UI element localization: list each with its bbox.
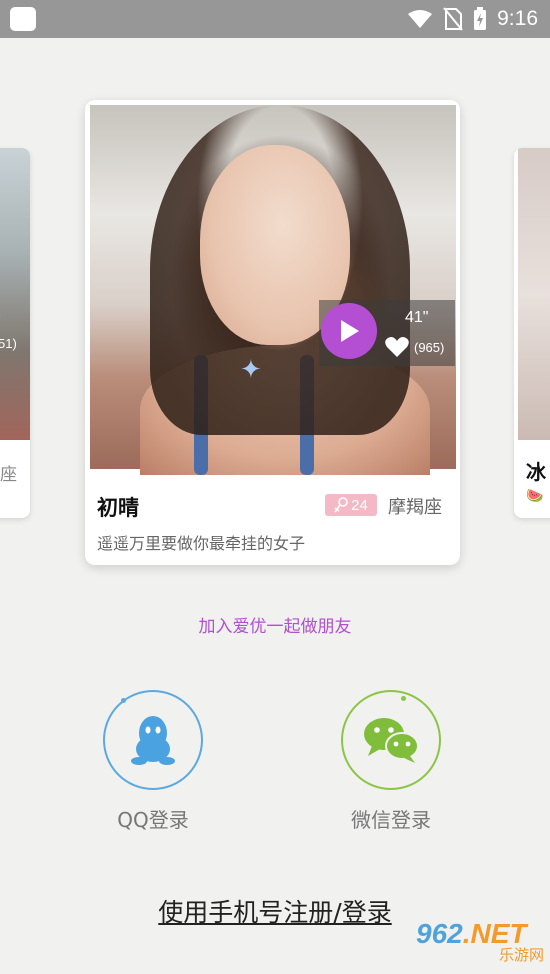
wifi-icon [408, 10, 433, 28]
watermelon-icon: 🍉 [526, 488, 544, 504]
site-watermark: 962.NET 乐游网 [416, 920, 544, 966]
qq-login-button[interactable] [103, 690, 203, 790]
status-time: 9:16 [497, 7, 538, 30]
tagline: 加入爱优一起做朋友 [198, 617, 352, 637]
likes: (965) [385, 336, 444, 358]
profile-photo: ✦ [90, 105, 456, 475]
age-value: 24 [351, 496, 368, 514]
profile-card[interactable]: ✦ 41" (965) 初晴 24 摩羯座 遥遥万里要做你最牵挂的女子 [85, 100, 460, 565]
app-notification-icon [10, 7, 36, 31]
previous-profile-likes: 51) [0, 336, 17, 351]
profile-name: 初晴 [97, 496, 139, 520]
previous-profile-photo [0, 148, 30, 440]
watermark-subtitle: 乐游网 [498, 947, 544, 964]
profile-bio: 遥遥万里要做你最牵挂的女子 [97, 534, 306, 553]
wechat-login-button[interactable] [341, 690, 441, 790]
female-icon [334, 497, 348, 513]
age-badge: 24 [325, 494, 377, 516]
next-profile-card[interactable]: 冰 🍉 [514, 148, 550, 518]
next-profile-photo [518, 148, 550, 440]
likes-count: (965) [414, 339, 445, 355]
previous-profile-zodiac: 座 [0, 465, 17, 485]
watermark-suffix: .NET [462, 918, 527, 949]
heart-icon [385, 337, 409, 357]
butterfly-necklace: ✦ [240, 355, 262, 385]
wechat-login-label[interactable]: 微信登录 [321, 804, 461, 833]
wechat-icon [364, 718, 419, 763]
profile-zodiac: 摩羯座 [388, 497, 442, 518]
play-video-button[interactable] [321, 303, 377, 359]
qq-penguin-icon [131, 716, 175, 765]
qq-login-label[interactable]: QQ登录 [83, 804, 223, 833]
no-sim-icon [443, 7, 463, 31]
play-icon [341, 320, 359, 342]
watermark-number: 962 [416, 918, 463, 949]
battery-charging-icon [474, 7, 487, 30]
status-bar: 9:16 [0, 0, 550, 38]
next-profile-name: 冰 [526, 460, 546, 484]
previous-profile-card[interactable]: ′ 51) 座 [0, 148, 30, 518]
video-duration: 41" [405, 309, 429, 326]
